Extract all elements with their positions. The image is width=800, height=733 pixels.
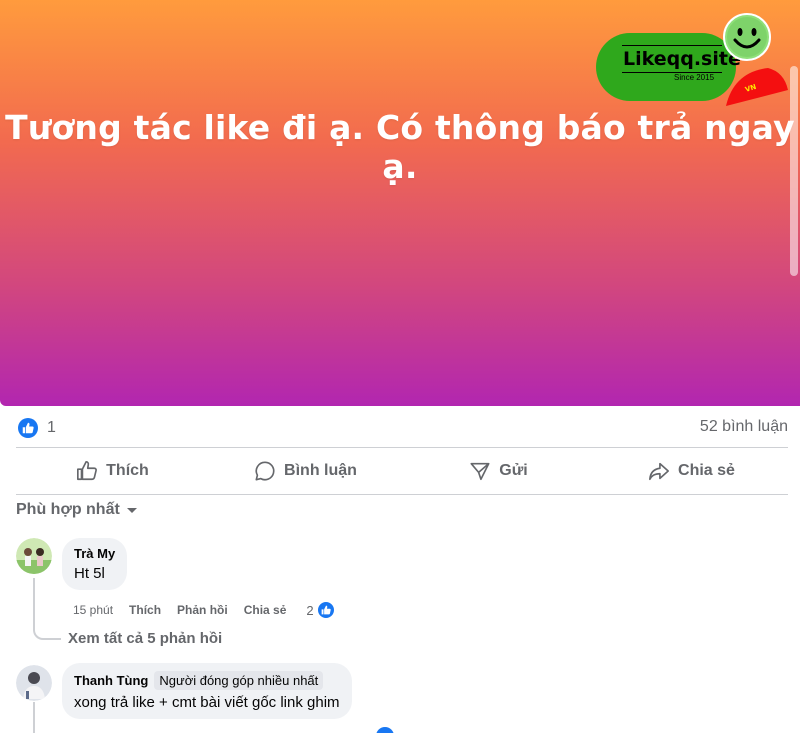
like-button-label: Thích [106,462,149,479]
smiley-icon [723,13,771,61]
thumbs-up-icon [77,461,98,481]
send-button[interactable]: Gửi [402,450,595,492]
comment-like-button[interactable]: Thích [129,603,161,617]
comment-bubble: Thanh Tùng Người đóng góp nhiều nhất xon… [62,663,352,719]
reply-thread-line [33,578,61,640]
sort-label: Phù hợp nhất [16,501,120,518]
vn-flag-icon: VN [726,68,788,106]
caret-down-icon [126,508,137,513]
comment-text: Ht 5l [74,565,105,582]
send-button-label: Gửi [499,462,528,479]
logo-rule-top [622,45,722,46]
share-button[interactable]: Chia sẻ [595,450,788,492]
comment-meta: 15 phút Thích Phản hồi Chia sẻ 2 [73,601,335,619]
avatar[interactable] [16,665,52,701]
comment-button[interactable]: Bình luận [209,450,402,492]
comment-button-label: Bình luận [284,462,357,479]
comment-reply-button[interactable]: Phản hồi [177,603,228,617]
like-button[interactable]: Thích [16,450,209,492]
comment-bubble-icon [255,461,275,481]
comment-reaction-count: 2 [306,602,314,618]
comment-author-name[interactable]: Trà My [74,546,115,561]
post-background-banner: Likeqq.site Since 2015 VN Tương tác like… [0,0,800,406]
divider [16,447,788,448]
share-arrow-icon [649,462,670,481]
like-count: 1 [47,419,56,436]
avatar[interactable] [16,538,52,574]
comment-reactions[interactable]: 2 [306,601,335,619]
like-reaction-icon [376,727,394,733]
top-fan-badge: Người đóng góp nhiều nhất [154,671,324,690]
share-button-label: Chia sẻ [678,462,735,479]
comment-count-link[interactable]: 52 bình luận [700,418,788,436]
logo-since: Since 2015 [674,73,715,82]
comment-author[interactable]: Thanh Tùng Người đóng góp nhiều nhất [74,671,340,690]
post-actions-bar: Thích Bình luận Gửi Chia sẻ [16,450,788,492]
comment-share-button[interactable]: Chia sẻ [244,603,287,617]
view-all-replies-link[interactable]: Xem tất cả 5 phản hồi [68,630,222,647]
comment-author-name[interactable]: Thanh Tùng [74,673,148,688]
comment-author[interactable]: Trà My [74,546,115,561]
reaction-summary[interactable]: 1 [18,417,56,439]
post-text: Tương tác like đi ạ. Có thông báo trả ng… [5,108,795,186]
likeqq-logo: Likeqq.site Since 2015 [596,33,741,101]
send-icon [470,462,490,481]
comment-time[interactable]: 15 phút [73,603,113,617]
reply-thread-line [33,702,35,733]
comment-bubble: Trà My Ht 5l [62,538,128,590]
comment-sort-dropdown[interactable]: Phù hợp nhất [16,501,138,519]
divider [16,494,788,495]
comment-text: xong trả like + cmt bài viết gốc link gh… [74,694,340,711]
scrollbar-thumb[interactable] [790,66,798,276]
like-reaction-icon [316,601,335,619]
like-reaction-icon [18,418,38,438]
